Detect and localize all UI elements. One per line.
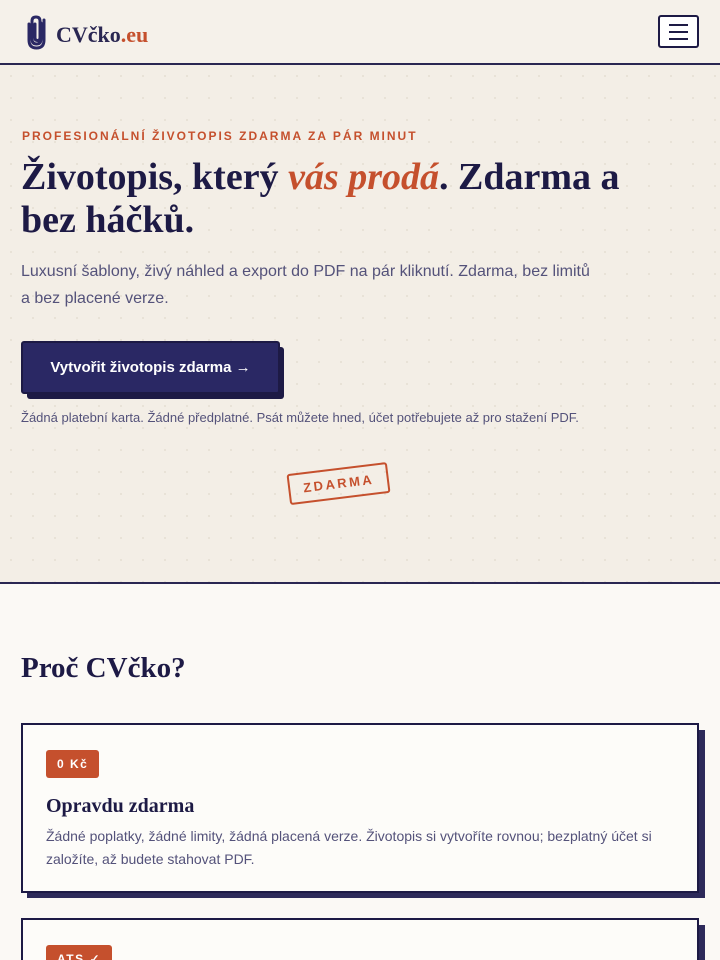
feature-badge: 0 Kč: [46, 750, 100, 778]
free-stamp: ZDARMA: [286, 461, 391, 506]
hamburger-menu-icon-bar: [669, 30, 688, 33]
create-cv-button[interactable]: Vytvořit životopis zdarma →: [21, 341, 280, 394]
feature-text: Žádné poplatky, žádné limity, žádná plac…: [46, 828, 652, 867]
feature-card-ats: ATS ✓: [21, 918, 699, 960]
hamburger-menu-button[interactable]: [658, 15, 699, 48]
hero-headline: Životopis, který vás prodá. Zdarma a bez…: [21, 156, 681, 242]
logo-tld: .eu: [120, 21, 149, 47]
logo-link[interactable]: CVčko.eu: [22, 14, 148, 55]
logo-main: CVčko: [56, 21, 121, 47]
site-header: CVčko.eu: [0, 0, 720, 65]
hero-section: PROFESIONÁLNÍ ŽIVOTOPIS ZDARMA ZA PÁR MI…: [0, 65, 720, 584]
headline-part-1: Životopis, který: [21, 156, 289, 198]
hamburger-menu-icon: [669, 23, 688, 26]
feature-title: Opravdu zdarma: [46, 795, 195, 817]
hero-eyebrow: PROFESIONÁLNÍ ŽIVOTOPIS ZDARMA ZA PÁR MI…: [22, 129, 418, 143]
paperclip-icon: [22, 14, 52, 55]
hero-note: Žádná platební karta. Žádné předplatné. …: [21, 410, 579, 425]
headline-accent: vás prodá: [288, 156, 440, 198]
hamburger-menu-icon-bar: [669, 37, 688, 40]
logo-text: CVčko.eu: [56, 22, 148, 48]
feature-badge: ATS ✓: [46, 945, 112, 960]
feature-card-free: 0 Kč Opravdu zdarma Žádné poplatky, žádn…: [21, 723, 699, 893]
why-section-title: Proč CVčko?: [21, 652, 186, 684]
hero-lead: Luxusní šablony, živý náhled a export do…: [21, 263, 590, 307]
